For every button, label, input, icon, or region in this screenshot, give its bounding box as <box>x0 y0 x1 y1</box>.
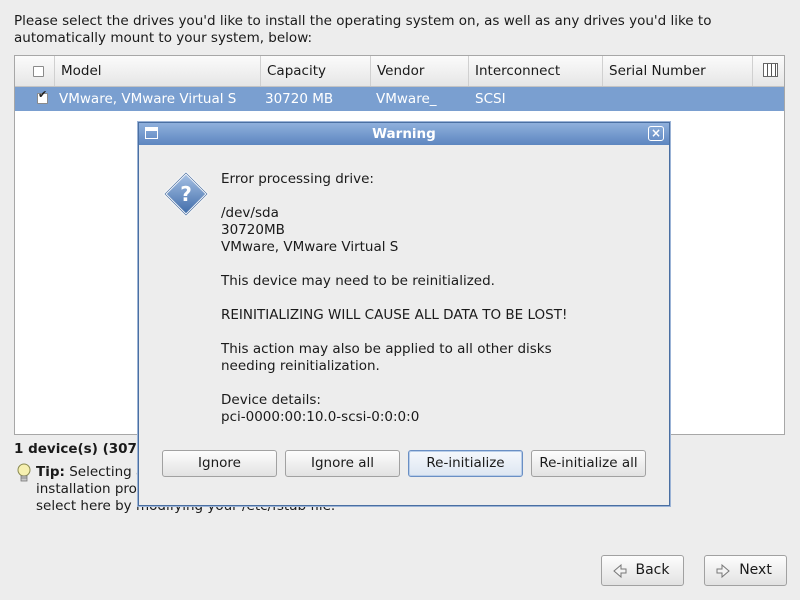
next-arrow-icon <box>716 563 730 579</box>
apply-line-2: needing reinitialization. <box>221 358 380 374</box>
cell-capacity: 30720 MB <box>265 91 334 107</box>
reinitialize-all-button[interactable]: Re-initialize all <box>531 450 646 477</box>
cell-model: VMware, VMware Virtual S <box>59 91 237 107</box>
close-icon[interactable]: × <box>648 126 664 141</box>
device-summary: 1 device(s) (307 <box>14 441 137 457</box>
tip-line-1: Selecting a <box>69 464 145 480</box>
tip-line-2: installation proc <box>36 481 145 497</box>
apply-line-1: This action may also be applied to all o… <box>221 341 552 357</box>
ignore-all-button[interactable]: Ignore all <box>285 450 400 477</box>
table-row[interactable]: VMware, VMware Virtual S 30720 MB VMware… <box>15 87 784 111</box>
warning-dialog: Warning × ? Error processing drive: /dev… <box>138 122 670 506</box>
intro-text: Please select the drives you'd like to i… <box>14 13 712 46</box>
back-arrow-icon <box>613 563 627 579</box>
select-all-checkbox[interactable] <box>33 66 44 77</box>
next-label: Next <box>739 562 772 578</box>
next-button[interactable]: Next <box>704 555 787 586</box>
details-label: Device details: <box>221 392 321 408</box>
dialog-titlebar[interactable]: Warning × <box>139 123 669 145</box>
cell-interconnect: SCSI <box>475 91 506 107</box>
details-value: pci-0000:00:10.0-scsi-0:0:0:0 <box>221 409 420 425</box>
question-icon: ? <box>163 171 209 217</box>
device-model: VMware, VMware Virtual S <box>221 239 399 255</box>
device-size: 30720MB <box>221 222 285 238</box>
back-label: Back <box>635 562 670 578</box>
row-checkbox[interactable] <box>37 88 48 104</box>
dialog-message: Error processing drive: /dev/sda 30720MB… <box>221 171 641 426</box>
back-button[interactable]: Back <box>601 555 684 586</box>
cell-vendor: VMware_ <box>376 91 437 107</box>
ignore-button[interactable]: Ignore <box>162 450 277 477</box>
columns-icon[interactable] <box>763 63 778 77</box>
tip-label: Tip: <box>36 464 65 480</box>
select-all-checkbox-cell[interactable] <box>15 56 55 86</box>
device-path: /dev/sda <box>221 205 279 221</box>
reinitialize-button[interactable]: Re-initialize <box>408 450 523 477</box>
error-line: Error processing drive: <box>221 171 374 187</box>
window-menu-icon[interactable] <box>145 127 158 139</box>
column-header-interconnect[interactable]: Interconnect <box>469 56 603 86</box>
table-header: Model Capacity Vendor Interconnect Seria… <box>15 56 784 87</box>
dialog-title: Warning <box>372 126 436 142</box>
svg-text:?: ? <box>180 182 192 206</box>
data-loss-warning: REINITIALIZING WILL CAUSE ALL DATA TO BE… <box>221 307 568 323</box>
column-header-vendor[interactable]: Vendor <box>371 56 469 86</box>
column-header-capacity[interactable]: Capacity <box>261 56 371 86</box>
column-header-model[interactable]: Model <box>55 56 261 86</box>
lightbulb-icon <box>17 463 31 482</box>
cell-serial <box>603 87 609 111</box>
reinit-line: This device may need to be reinitialized… <box>221 273 495 289</box>
column-header-serial-number[interactable]: Serial Number <box>603 56 753 86</box>
